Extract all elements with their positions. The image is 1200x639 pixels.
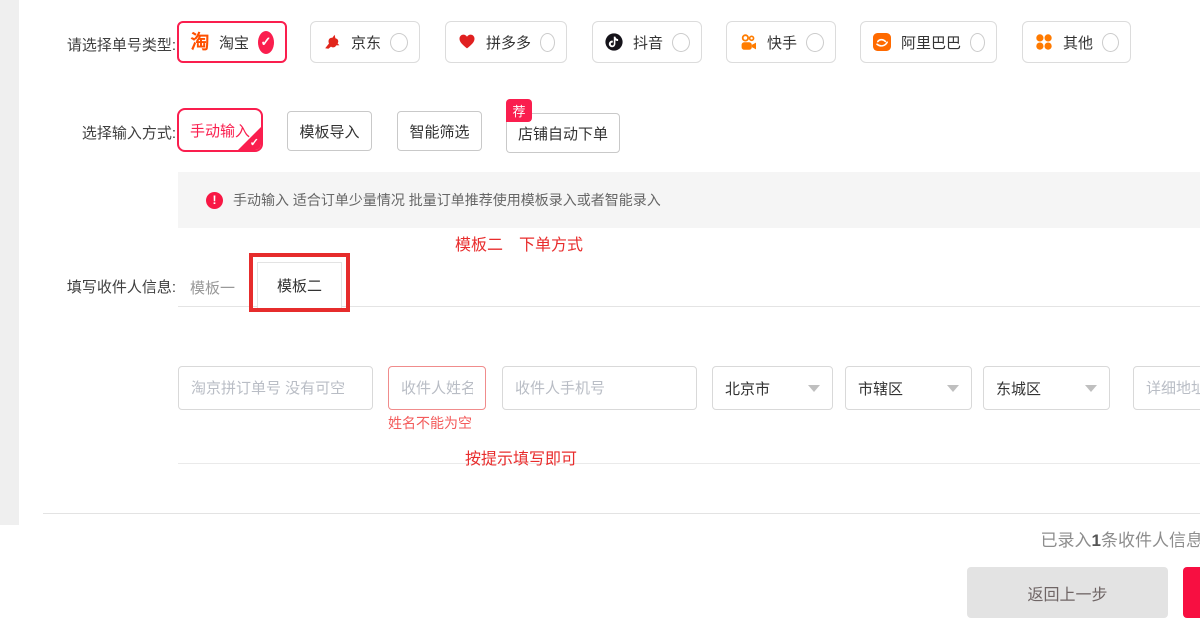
template-import-label: 模板导入 (299, 121, 359, 142)
radio-unselected[interactable] (672, 33, 690, 52)
platform-label: 淘宝 (219, 32, 249, 53)
recorded-count-text: 已录入1条收件人信息 (1041, 526, 1200, 551)
selected-check-icon: ✓ (258, 31, 274, 54)
radio-unselected[interactable] (1102, 33, 1119, 52)
platform-option-kuaishou[interactable]: 快手 (726, 21, 836, 63)
left-gutter (0, 0, 19, 525)
annotation-fill-hint: 按提示填写即可 (465, 445, 577, 469)
district-value: 东城区 (996, 378, 1041, 399)
platform-option-alibaba[interactable]: 阿里巴巴 (860, 21, 997, 63)
chevron-down-icon (947, 385, 959, 392)
order-number-input[interactable] (178, 366, 373, 410)
footer-divider (43, 513, 1200, 514)
province-value: 北京市 (725, 378, 770, 399)
input-method-manual-button[interactable]: 手动输入 ✓ (177, 108, 263, 152)
exclamation-icon: ! (206, 192, 223, 209)
corner-check-icon: ✓ (250, 136, 259, 149)
tab-template-two[interactable]: 模板二 (257, 262, 342, 308)
platform-label: 阿里巴巴 (901, 32, 961, 53)
input-method-label: 选择输入方式: (0, 122, 176, 143)
kuaishou-icon (738, 32, 758, 52)
platform-option-other[interactable]: 其他 (1022, 21, 1131, 63)
platform-label: 其他 (1063, 32, 1093, 53)
count-number: 1 (1092, 531, 1101, 550)
input-method-template-import-button[interactable]: 模板导入 (287, 111, 372, 151)
order-entry-page: 请选择单号类型: 淘 淘宝 ✓ 京东 拼多多 抖音 快手 (0, 0, 1200, 639)
platform-option-taobao[interactable]: 淘 淘宝 ✓ (177, 21, 287, 63)
platform-option-douyin[interactable]: 抖音 (592, 21, 702, 63)
back-button[interactable]: 返回上一步 (967, 567, 1168, 618)
recipient-phone-input[interactable] (502, 366, 697, 410)
jd-icon (322, 32, 342, 52)
back-button-label: 返回上一步 (1027, 581, 1107, 605)
taobao-icon: 淘 (190, 32, 210, 52)
address-detail-input[interactable] (1133, 366, 1200, 410)
platform-label: 京东 (351, 32, 381, 53)
recipient-name-input[interactable] (388, 366, 486, 410)
recommend-badge: 荐 (506, 99, 532, 122)
platform-label: 拼多多 (486, 32, 531, 53)
name-error-text: 姓名不能为空 (388, 413, 472, 433)
next-step-button[interactable] (1183, 567, 1200, 618)
shop-auto-label: 店铺自动下单 (518, 123, 608, 144)
order-type-label: 请选择单号类型: (0, 34, 176, 55)
count-suffix: 条收件人信息 (1101, 531, 1200, 550)
notice-text: 手动输入 适合订单少量情况 批量订单推荐使用模板录入或者智能录入 (233, 190, 661, 210)
platform-option-jd[interactable]: 京东 (310, 21, 420, 63)
alibaba-icon (872, 32, 892, 52)
recipient-info-label: 填写收件人信息: (0, 276, 176, 297)
city-select[interactable]: 市辖区 (845, 366, 972, 410)
tab-template-two-label: 模板二 (277, 275, 322, 296)
douyin-icon (604, 32, 624, 52)
other-platform-icon (1034, 32, 1054, 52)
district-select[interactable]: 东城区 (983, 366, 1110, 410)
province-select[interactable]: 北京市 (712, 366, 833, 410)
radio-unselected[interactable] (540, 33, 555, 52)
notice-bar: ! 手动输入 适合订单少量情况 批量订单推荐使用模板录入或者智能录入 (178, 172, 1200, 228)
platform-label: 抖音 (633, 32, 663, 53)
input-method-shop-auto-button[interactable]: 荐 店铺自动下单 (506, 113, 620, 153)
radio-unselected[interactable] (390, 33, 408, 52)
count-prefix: 已录入 (1041, 531, 1092, 550)
platform-label: 快手 (767, 32, 797, 53)
chevron-down-icon (1085, 385, 1097, 392)
tab-template-one[interactable]: 模板一 (190, 277, 235, 298)
chevron-down-icon (808, 385, 820, 392)
input-method-smart-filter-button[interactable]: 智能筛选 (397, 111, 482, 151)
radio-unselected[interactable] (806, 33, 824, 52)
annotation-order-method: 模板二 下单方式 (455, 231, 583, 255)
radio-unselected[interactable] (970, 33, 985, 52)
form-bottom-divider (178, 463, 1200, 464)
city-value: 市辖区 (858, 378, 903, 399)
platform-option-pinduoduo[interactable]: 拼多多 (445, 21, 567, 63)
pinduoduo-icon (457, 32, 477, 52)
smart-filter-label: 智能筛选 (409, 121, 469, 142)
